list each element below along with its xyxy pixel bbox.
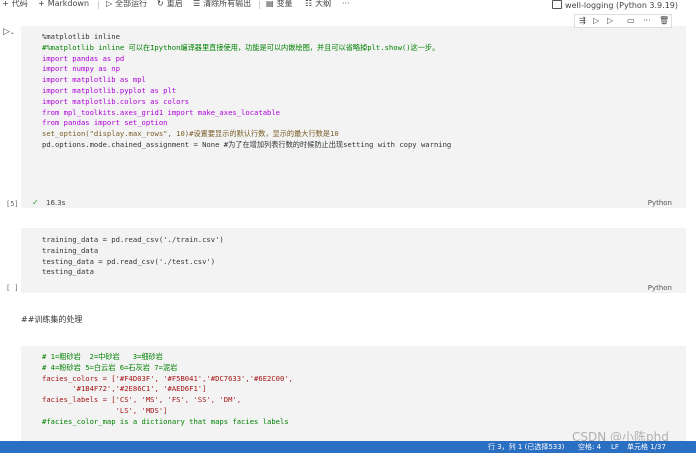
run-cell-button[interactable]: ▷⌄ bbox=[3, 27, 15, 37]
code-line: facies_colors = ['#F4D03F', '#F5B041','#… bbox=[42, 373, 293, 383]
code-line: set_option("display.max_rows", 10)#设置要显示… bbox=[42, 129, 339, 139]
run-below-icon[interactable]: ▷ bbox=[607, 15, 613, 26]
code-line: import matplotlib as mpl bbox=[42, 75, 146, 85]
eol-setting[interactable]: LF bbox=[611, 441, 619, 453]
code-line: import pandas as pd bbox=[42, 53, 125, 63]
cursor-position[interactable]: 行 3，列 1 (已选择533) bbox=[488, 441, 564, 453]
code-line: training_data = pd.read_csv('./train.csv… bbox=[42, 235, 224, 244]
clear-outputs-button[interactable]: ☰ 清除所有输出 bbox=[193, 0, 251, 10]
code-line: #facies_color_map is a dictionary that m… bbox=[42, 416, 289, 426]
split-cell-icon[interactable]: ▭ bbox=[627, 15, 635, 26]
code-line: '#1B4F72','#2E86C1', '#AED6F1'] bbox=[42, 384, 207, 394]
markdown-cell[interactable]: ##训练集的处理 bbox=[21, 314, 82, 325]
code-line: from mpl_toolkits.axes_grid1 import make… bbox=[42, 107, 280, 117]
notebook-toolbar: + 代码 + Markdown ▷ 全部运行 ↻ 重启 ☰ 清除所有输出 ▤ 变量 ☷ 大纲 … bbox=[0, 0, 696, 10]
code-cell[interactable]: # 1=粗砂岩 2=中砂岩 3=细砂岩 # 4=粉砂岩 5=白云岩 6=石灰岩 7… bbox=[21, 346, 686, 441]
outline-button[interactable]: ☷ 大纲 bbox=[305, 0, 331, 10]
code-line: import matplotlib.colors as colors bbox=[42, 96, 190, 106]
indentation-setting[interactable]: 空格: 4 bbox=[578, 441, 601, 453]
code-cell[interactable]: training_data = pd.read_csv('./train.csv… bbox=[21, 228, 686, 293]
code-line: #%matplotlib inline 可以在Ipython编译器里直接使用，功… bbox=[42, 42, 440, 52]
clear-icon: ☰ bbox=[193, 0, 201, 8]
code-line: # 1=粗砂岩 2=中砂岩 3=细砂岩 bbox=[42, 352, 163, 361]
run-all-button[interactable]: ▷ 全部运行 bbox=[106, 0, 147, 10]
toolbar-divider bbox=[98, 1, 99, 9]
toolbar-divider bbox=[259, 1, 260, 9]
execution-count: [ ] bbox=[6, 284, 19, 292]
code-cell[interactable]: %matplotlib inline #%matplotlib inline 可以… bbox=[21, 26, 686, 208]
variables-button[interactable]: ▤ 变量 bbox=[266, 0, 293, 10]
execution-count: [5] bbox=[6, 200, 19, 208]
status-bar: 行 3，列 1 (已选择533) 空格: 4 LF 单元格 1/37 bbox=[0, 441, 696, 453]
plus-icon: + bbox=[38, 0, 45, 8]
code-editor[interactable]: # 1=粗砂岩 2=中砂岩 3=细砂岩 # 4=粉砂岩 5=白云岩 6=石灰岩 7… bbox=[42, 352, 293, 428]
code-line: %matplotlib inline bbox=[42, 32, 120, 41]
code-line: facies_labels = ['CS', 'MS', 'FS', 'SS',… bbox=[42, 395, 242, 405]
code-line: import matplotlib.pyplot as plt bbox=[42, 85, 177, 95]
code-editor[interactable]: %matplotlib inline #%matplotlib inline 可以… bbox=[42, 32, 451, 151]
code-line: import numpy as np bbox=[42, 64, 120, 74]
variables-icon: ▤ bbox=[266, 0, 274, 8]
code-line: testing_data = pd.read_csv('./test.csv') bbox=[42, 256, 216, 266]
code-line: # 4=粉砂岩 5=白云岩 6=石灰岩 7=泥岩 bbox=[42, 362, 178, 372]
more-icon[interactable]: ··· bbox=[643, 15, 651, 26]
cell-language-label[interactable]: Python bbox=[648, 199, 672, 207]
run-all-icon: ▷ bbox=[106, 0, 113, 8]
cell-language-label[interactable]: Python bbox=[648, 284, 672, 292]
cell-counter[interactable]: 单元格 1/37 bbox=[627, 441, 666, 453]
more-actions-button[interactable]: ··· bbox=[342, 0, 350, 10]
cell-toolbar: ⇶ ▷ ▷ ▭ ··· 🗑 bbox=[574, 14, 672, 28]
chevron-down-icon: ⌄ bbox=[9, 29, 15, 36]
code-line: testing_data bbox=[42, 267, 94, 277]
add-markdown-button[interactable]: + Markdown bbox=[38, 0, 89, 10]
kernel-icon bbox=[552, 0, 563, 9]
run-above-icon[interactable]: ▷ bbox=[593, 15, 599, 26]
code-line: training_data bbox=[42, 245, 99, 255]
outline-icon: ☷ bbox=[305, 0, 313, 8]
restart-button[interactable]: ↻ 重启 bbox=[157, 0, 183, 10]
restart-icon: ↻ bbox=[157, 0, 164, 8]
kernel-picker[interactable]: well-logging (Python 3.9.19) bbox=[552, 0, 678, 10]
delete-icon[interactable]: 🗑 bbox=[659, 15, 669, 26]
code-line: 'LS', 'MDS'] bbox=[42, 405, 168, 415]
success-check-icon: ✓ bbox=[32, 198, 39, 207]
code-line: from pandas import set_option bbox=[42, 118, 168, 128]
execution-duration: 16.3s bbox=[46, 199, 66, 207]
plus-icon: + bbox=[2, 0, 9, 8]
code-editor[interactable]: training_data = pd.read_csv('./train.csv… bbox=[42, 235, 224, 278]
run-by-line-icon[interactable]: ⇶ bbox=[579, 15, 586, 26]
code-line: pd.options.mode.chained_assignment = Non… bbox=[42, 139, 452, 149]
add-code-button[interactable]: + 代码 bbox=[2, 0, 28, 10]
